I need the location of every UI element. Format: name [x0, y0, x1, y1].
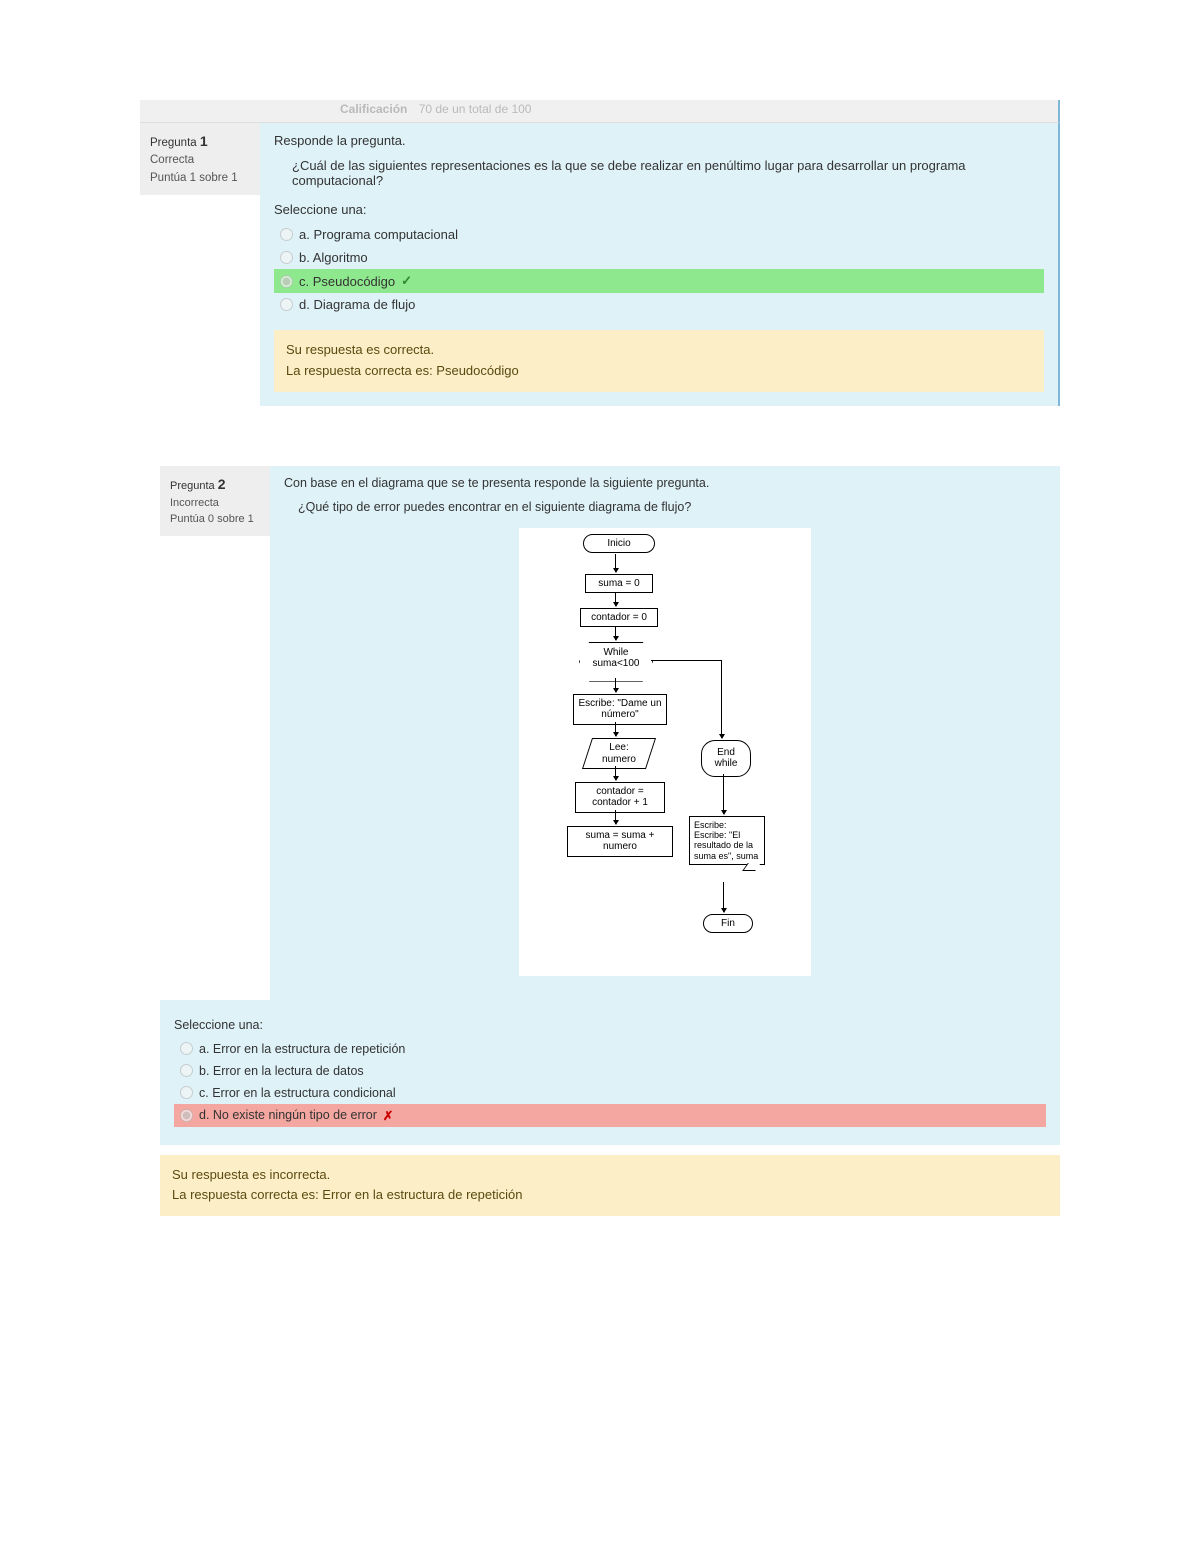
feedback-line-2: La respuesta correcta es: Pseudocódigo: [286, 361, 1032, 382]
option-b-label: b. Algoritmo: [299, 250, 368, 265]
feedback-line-2: La respuesta correcta es: Error en la es…: [172, 1185, 1048, 1206]
option-b-radio[interactable]: [180, 1064, 193, 1077]
question-state: Incorrecta: [170, 495, 260, 512]
option-a-radio[interactable]: [180, 1042, 193, 1055]
flow-while: While suma<100: [579, 642, 653, 682]
option-a-radio[interactable]: [280, 228, 293, 241]
question-number: 1: [200, 133, 208, 149]
option-d[interactable]: d. No existe ningún tipo de error ✗: [174, 1104, 1046, 1127]
option-d-label: d. Diagrama de flujo: [299, 297, 415, 312]
option-c-label: c. Error en la estructura condicional: [199, 1086, 396, 1100]
question-1: Pregunta 1 Correcta Puntúa 1 sobre 1 Res…: [140, 123, 1060, 406]
option-a[interactable]: a. Programa computacional: [274, 223, 1044, 246]
flow-end: Fin: [703, 914, 753, 934]
question-info: Pregunta 2 Incorrecta Puntúa 0 sobre 1: [160, 466, 270, 536]
select-one-label: Seleccione una:: [274, 202, 1044, 217]
options-list: a. Programa computacional b. Algoritmo c…: [274, 223, 1044, 316]
grade-value: 70 de un total de 100: [419, 102, 532, 116]
cross-icon: ✗: [383, 1108, 393, 1123]
flow-step: contador = contador + 1: [575, 782, 665, 813]
question-body: Responde la pregunta. ¿Cuál de las sigui…: [260, 123, 1058, 406]
option-a[interactable]: a. Error en la estructura de repetición: [174, 1038, 1046, 1060]
question-score: Puntúa 1 sobre 1: [150, 170, 250, 187]
question-number: 2: [218, 476, 226, 492]
flow-step: suma = suma + numero: [567, 826, 673, 857]
feedback-box: Su respuesta es incorrecta. La respuesta…: [160, 1155, 1060, 1217]
select-one-label: Seleccione una:: [174, 1018, 1046, 1032]
question-2: Pregunta 2 Incorrecta Puntúa 0 sobre 1 C…: [160, 466, 1060, 1000]
option-c-radio[interactable]: [280, 275, 293, 288]
check-icon: ✓: [401, 273, 412, 289]
flow-step: contador = 0: [580, 608, 658, 628]
question-2-options: Seleccione una: a. Error en la estructur…: [160, 1000, 1060, 1145]
feedback-box: Su respuesta es correcta. La respuesta c…: [274, 330, 1044, 392]
question-info: Pregunta 1 Correcta Puntúa 1 sobre 1: [140, 123, 260, 195]
question-prompt: Responde la pregunta.: [274, 133, 1044, 148]
flow-output-note: Escribe: Escribe: "El resultado de la su…: [689, 816, 765, 865]
option-b-label: b. Error en la lectura de datos: [199, 1064, 364, 1078]
question-state: Correcta: [150, 152, 250, 169]
option-a-label: a. Programa computacional: [299, 227, 458, 242]
option-c[interactable]: c. Pseudocódigo ✓: [274, 269, 1044, 293]
feedback-line-1: Su respuesta es correcta.: [286, 340, 1032, 361]
grade-summary: Calificación 70 de un total de 100: [140, 100, 1060, 123]
question-prompt: Con base en el diagrama que se te presen…: [284, 476, 1046, 490]
option-b[interactable]: b. Algoritmo: [274, 246, 1044, 269]
question-body: Con base en el diagrama que se te presen…: [270, 466, 1060, 1000]
question-label: Pregunta: [170, 480, 215, 492]
option-b[interactable]: b. Error en la lectura de datos: [174, 1060, 1046, 1082]
flow-endwhile: End while: [701, 740, 751, 777]
option-d-radio[interactable]: [280, 298, 293, 311]
grade-label: Calificación: [340, 102, 407, 116]
question-text: ¿Qué tipo de error puedes encontrar en e…: [298, 500, 1046, 514]
option-d-label: d. No existe ningún tipo de error: [199, 1108, 377, 1122]
option-c[interactable]: c. Error en la estructura condicional: [174, 1082, 1046, 1104]
option-d-radio[interactable]: [180, 1109, 193, 1122]
option-c-label: c. Pseudocódigo: [299, 274, 395, 289]
option-a-label: a. Error en la estructura de repetición: [199, 1042, 405, 1056]
flow-step: suma = 0: [585, 574, 653, 594]
flow-input: Lee: numero: [592, 742, 646, 765]
question-score: Puntúa 0 sobre 1: [170, 511, 260, 528]
option-d[interactable]: d. Diagrama de flujo: [274, 293, 1044, 316]
option-b-radio[interactable]: [280, 251, 293, 264]
options-list: a. Error en la estructura de repetición …: [174, 1038, 1046, 1127]
flow-output: Escribe: "Dame un número": [573, 694, 667, 725]
flowchart-image: Inicio suma = 0 contador = 0 While suma<…: [519, 528, 811, 976]
question-label: Pregunta: [150, 137, 197, 149]
option-c-radio[interactable]: [180, 1086, 193, 1099]
question-text: ¿Cuál de las siguientes representaciones…: [292, 158, 1044, 188]
flow-start: Inicio: [583, 534, 655, 554]
feedback-line-1: Su respuesta es incorrecta.: [172, 1165, 1048, 1186]
